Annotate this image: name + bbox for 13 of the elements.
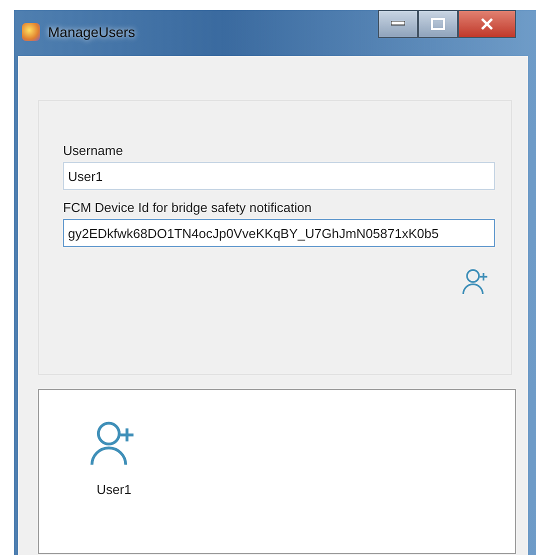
maximize-icon [431,18,445,30]
window-title: ManageUsers [48,24,136,40]
close-icon [481,18,493,30]
close-button[interactable] [458,10,516,38]
field-label: FCM Device Id for bridge safety notification [63,200,313,215]
field-label: Username [63,143,124,158]
maximize-button[interactable] [418,10,458,38]
minimize-icon [391,21,405,27]
input-field[interactable]: gy2EDkfwk68DO1TN4ocJp0VveKKqBY_U7GhJmN05871xK0b5 [63,219,495,247]
minimize-button[interactable] [378,10,418,38]
app-icon [22,23,40,41]
input-field[interactable]: User1 [63,162,495,190]
user-name[interactable]: User1 [96,482,132,497]
